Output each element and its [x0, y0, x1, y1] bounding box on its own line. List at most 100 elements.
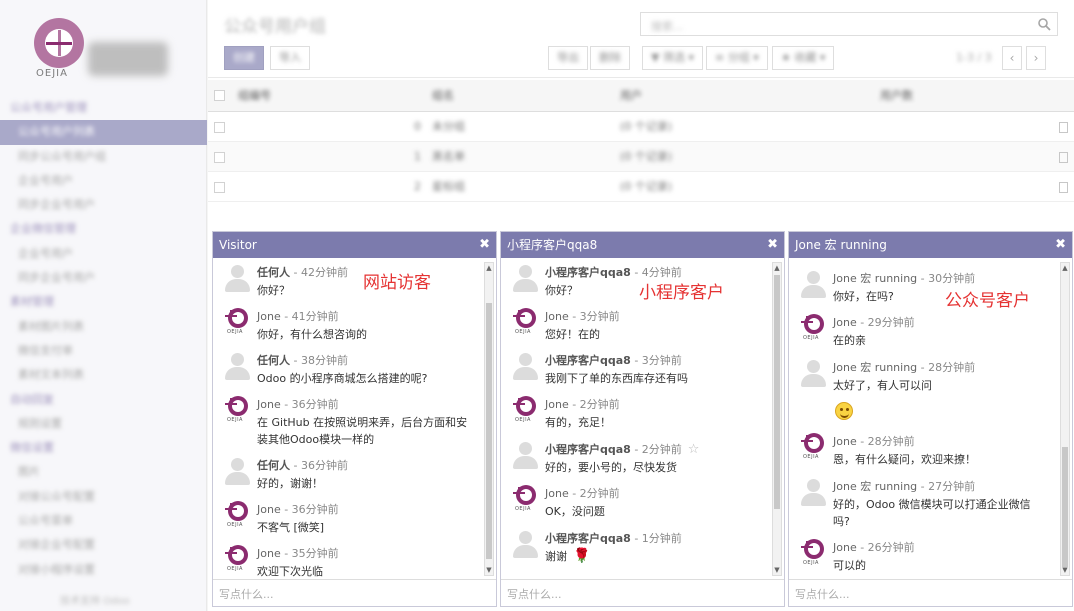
- control-panel: 公众号用户组 搜索... 创建 导入 导出 删除 ▼ 筛选 ▾ ≡ 分组 ▾ ★…: [208, 0, 1074, 78]
- scroll-up-icon[interactable]: ▲: [485, 264, 493, 272]
- scroll-down-icon[interactable]: ▼: [773, 566, 781, 574]
- message-input[interactable]: 写点什么...: [213, 579, 496, 606]
- chat-window-miniprogram[interactable]: 小程序客户qqa8 ✖ 小程序客户 小程序客户qqa8 - 4分钟前 你好？ O…: [500, 231, 785, 607]
- sidebar-item[interactable]: 微信支付单: [0, 339, 207, 363]
- sidebar-item[interactable]: 同步企业号用户: [0, 266, 207, 290]
- message-time: - 27分钟前: [917, 480, 976, 493]
- column-header[interactable]: 用户数: [880, 80, 913, 112]
- table-row[interactable]: 2 星标组 (0 个记录): [208, 172, 1074, 202]
- anonymous-avatar-icon: [221, 262, 253, 294]
- row-checkbox[interactable]: [214, 122, 225, 133]
- column-header[interactable]: 组名: [432, 80, 454, 112]
- pager-next-button[interactable]: ›: [1026, 46, 1046, 70]
- sidebar-item[interactable]: 企业号用户: [0, 169, 207, 193]
- favorites-button[interactable]: ★ 收藏 ▾: [772, 46, 835, 70]
- scrollbar[interactable]: ▲ ▼: [772, 262, 782, 576]
- message-author: 任何人: [257, 459, 290, 472]
- table-row[interactable]: 0 未分组 (0 个记录): [208, 112, 1074, 142]
- message-text: 好的，Odoo 微信模块可以打通企业微信吗?: [833, 498, 1031, 528]
- scrollbar-thumb[interactable]: [774, 275, 780, 509]
- message-author: 任何人: [257, 266, 290, 279]
- message-time: - 28分钟前: [856, 435, 915, 448]
- table-row[interactable]: 1 黑名单 (0 个记录): [208, 142, 1074, 172]
- scrollbar-thumb[interactable]: [1062, 447, 1068, 567]
- chat-window-official-account[interactable]: Jone 宏 running ✖ 公众号客户 Jone 宏 running - …: [788, 231, 1073, 607]
- pager-previous-button[interactable]: ‹: [1002, 46, 1022, 70]
- message-text: 欢迎下次光临: [257, 565, 323, 578]
- row-checkbox[interactable]: [214, 152, 225, 163]
- trash-icon[interactable]: [1059, 122, 1068, 133]
- oejia-avatar-icon: OEJIA: [509, 306, 541, 338]
- row-checkbox[interactable]: [214, 182, 225, 193]
- delete-button[interactable]: 删除: [590, 46, 630, 70]
- sidebar-item-active[interactable]: 公众号用户列表: [0, 120, 207, 145]
- oejia-avatar-icon: OEJIA: [797, 312, 829, 344]
- scrollbar[interactable]: ▲ ▼: [484, 262, 494, 576]
- sidebar-section[interactable]: 微信设置: [0, 436, 207, 460]
- cell-user: (0 个记录): [620, 120, 673, 133]
- message-time: - 3分钟前: [630, 354, 682, 367]
- anonymous-avatar-icon: [509, 350, 541, 382]
- column-header[interactable]: 用户: [620, 80, 642, 112]
- trash-icon[interactable]: [1059, 182, 1068, 193]
- chat-header[interactable]: Jone 宏 running ✖: [789, 232, 1072, 258]
- message-text: Odoo 的小程序商城怎么搭建的呢?: [257, 372, 428, 385]
- trash-icon[interactable]: [1059, 152, 1068, 163]
- oejia-avatar-icon: OEJIA: [797, 537, 829, 569]
- close-icon[interactable]: ✖: [1055, 232, 1066, 258]
- powered-by[interactable]: 技术支持 Odoo: [60, 592, 130, 607]
- scroll-up-icon[interactable]: ▲: [773, 264, 781, 272]
- sidebar-item[interactable]: 企业号用户: [0, 242, 207, 266]
- sidebar-section[interactable]: 自动回复: [0, 388, 207, 412]
- chat-header[interactable]: 小程序客户qqa8 ✖: [501, 232, 784, 258]
- message-time: - 2分钟前: [630, 443, 682, 456]
- scroll-up-icon[interactable]: ▲: [1061, 264, 1069, 272]
- scroll-down-icon[interactable]: ▼: [1061, 566, 1069, 574]
- cell-name: 未分组: [432, 120, 465, 133]
- sidebar-item[interactable]: 规则设置: [0, 412, 207, 436]
- chat-title: Jone 宏 running: [795, 238, 887, 252]
- scrollbar-thumb[interactable]: [486, 303, 492, 559]
- star-icon[interactable]: ☆: [688, 442, 700, 457]
- message-text: 你好，在吗?: [833, 290, 894, 303]
- group-by-button[interactable]: ≡ 分组 ▾: [706, 46, 768, 70]
- filters-button[interactable]: ▼ 筛选 ▾: [642, 46, 703, 70]
- sidebar-item[interactable]: 图片: [0, 460, 207, 484]
- sidebar-item[interactable]: 同步企业号用户: [0, 193, 207, 217]
- message-input[interactable]: 写点什么...: [789, 579, 1072, 606]
- sidebar-item[interactable]: 对接小程序设置: [0, 558, 207, 582]
- sidebar-item[interactable]: 素材图片列表: [0, 315, 207, 339]
- sidebar-item[interactable]: 对接公众号配置: [0, 485, 207, 509]
- sidebar-item[interactable]: 素材文本列表: [0, 363, 207, 387]
- anonymous-avatar-icon: [509, 262, 541, 294]
- chat-header[interactable]: Visitor ✖: [213, 232, 496, 258]
- sidebar-section[interactable]: 素材管理: [0, 290, 207, 314]
- message-time: - 2分钟前: [568, 487, 620, 500]
- close-icon[interactable]: ✖: [479, 232, 490, 258]
- message-input[interactable]: 写点什么...: [501, 579, 784, 606]
- sidebar-item[interactable]: 对接企业号配置: [0, 533, 207, 557]
- message-time: - 42分钟前: [290, 266, 348, 279]
- create-button[interactable]: 创建: [224, 46, 264, 70]
- import-button[interactable]: 导入: [270, 46, 310, 70]
- column-header[interactable]: 组编号: [238, 80, 271, 112]
- search-input[interactable]: 搜索...: [640, 12, 1058, 36]
- chat-thread: 网站访客 任何人 - 42分钟前 你好？ OEJIA Jone - 41分钟前 …: [213, 258, 496, 580]
- message-author: 小程序客户qqa8: [545, 266, 631, 279]
- message-time: - 41分钟前: [280, 310, 339, 323]
- scrollbar[interactable]: ▲ ▼: [1060, 262, 1070, 576]
- export-button[interactable]: 导出: [548, 46, 588, 70]
- select-all-checkbox[interactable]: [214, 90, 225, 101]
- anonymous-avatar-icon: [797, 476, 829, 508]
- oejia-avatar-icon: OEJIA: [509, 483, 541, 515]
- search-icon[interactable]: [1037, 17, 1051, 31]
- sidebar-section[interactable]: 企业微信管理: [0, 217, 207, 241]
- chat-window-visitor[interactable]: Visitor ✖ 网站访客 任何人 - 42分钟前 你好？ OEJIA Jon…: [212, 231, 497, 607]
- search-placeholder: 搜索...: [651, 20, 684, 33]
- close-icon[interactable]: ✖: [767, 232, 778, 258]
- sidebar-section[interactable]: 公众号用户管理: [0, 96, 207, 120]
- scroll-down-icon[interactable]: ▼: [485, 566, 493, 574]
- cell-user: (0 个记录): [620, 150, 673, 163]
- sidebar-item[interactable]: 公众号菜单: [0, 509, 207, 533]
- sidebar-item[interactable]: 同步公众号用户组: [0, 145, 207, 169]
